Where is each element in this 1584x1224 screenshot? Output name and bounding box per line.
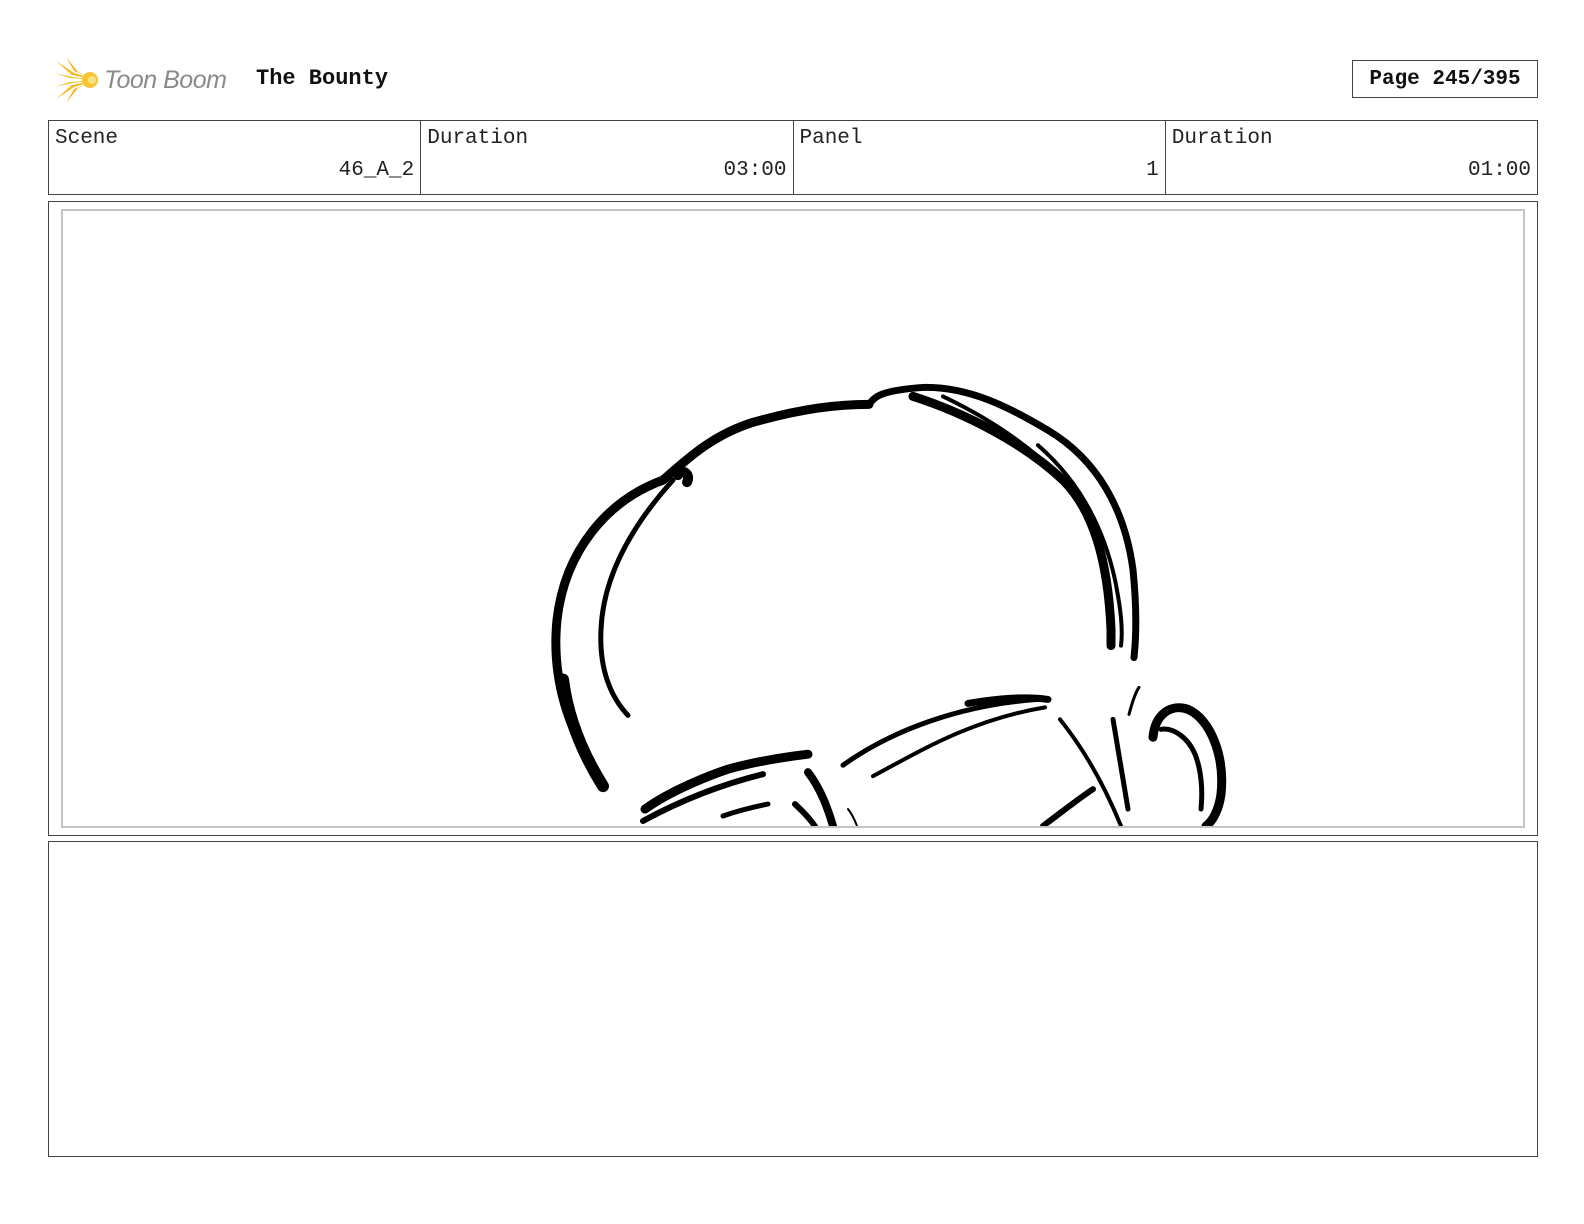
sketch-stroke bbox=[840, 696, 1041, 768]
page-number: Page 245/395 bbox=[1352, 60, 1538, 98]
scene-cell: Scene 46_A_2 bbox=[49, 121, 422, 194]
sketch-stroke bbox=[551, 399, 874, 791]
storyboard-header: Toon Boom The Bounty Page 245/395 bbox=[48, 52, 1538, 108]
project-title: The Bounty bbox=[256, 66, 389, 91]
toon-boom-burst-icon bbox=[54, 57, 98, 103]
logo-text: Toon Boom bbox=[104, 65, 227, 94]
sketch-stroke bbox=[847, 808, 858, 826]
panel-cell: Panel 1 bbox=[794, 121, 1166, 194]
scene-value: 46_A_2 bbox=[338, 159, 415, 182]
panel-duration-cell: Duration 01:00 bbox=[1166, 121, 1537, 194]
sketch-stroke bbox=[1148, 703, 1227, 826]
scene-duration-cell: Duration 03:00 bbox=[421, 121, 794, 194]
sketch-stroke bbox=[557, 673, 609, 793]
scene-duration-value: 03:00 bbox=[723, 159, 787, 182]
sketch-stroke bbox=[1158, 726, 1205, 812]
panel-value: 1 bbox=[1146, 159, 1159, 182]
sketch-stroke bbox=[908, 391, 1116, 651]
panel-image bbox=[61, 209, 1525, 828]
storyboard-sketch bbox=[551, 383, 1227, 826]
panel-duration-label: Duration bbox=[1171, 127, 1273, 150]
panel-label: Panel bbox=[799, 127, 863, 150]
sketch-stroke bbox=[720, 801, 771, 819]
sketch-stroke bbox=[1110, 716, 1131, 812]
sketch-stroke bbox=[1040, 786, 1096, 826]
sketch-stroke bbox=[1127, 685, 1141, 716]
panel-notes[interactable] bbox=[48, 841, 1538, 1157]
sketch-stroke bbox=[792, 801, 819, 826]
sketch-stroke bbox=[673, 467, 693, 488]
panel-frame bbox=[48, 201, 1538, 836]
scene-duration-label: Duration bbox=[427, 127, 529, 150]
panel-duration-value: 01:00 bbox=[1467, 159, 1531, 182]
scene-label: Scene bbox=[55, 127, 119, 150]
scene-info-table: Scene 46_A_2 Duration 03:00 Panel 1 Dura… bbox=[48, 120, 1538, 195]
sketch-stroke bbox=[871, 705, 1047, 779]
toon-boom-logo: Toon Boom bbox=[52, 56, 227, 104]
